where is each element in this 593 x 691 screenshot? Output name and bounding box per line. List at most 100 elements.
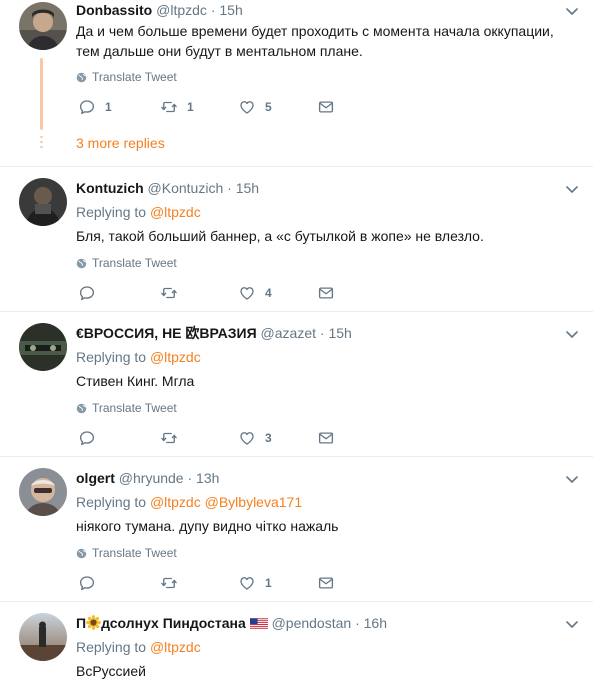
tweet-actions: 3 — [76, 429, 346, 449]
like-button[interactable]: 5 — [238, 98, 272, 116]
chevron-down-icon[interactable] — [565, 617, 579, 631]
like-button[interactable]: 1 — [238, 574, 272, 592]
reply-button[interactable] — [78, 284, 96, 302]
tweet-3[interactable]: €ВРОССИЯ, НЕ 欧ВРАЗИЯ @azazet · 15h Reply… — [0, 312, 593, 457]
translate-tweet-link[interactable]: Translate Tweet — [76, 256, 177, 270]
chevron-down-icon[interactable] — [565, 472, 579, 486]
direct-message-button[interactable] — [317, 284, 335, 302]
translate-label: Translate Tweet — [92, 256, 177, 270]
avatar[interactable] — [19, 613, 67, 661]
tweet-text: Стивен Кинг. Мгла — [76, 373, 195, 389]
tweet-actions: 4 — [76, 284, 346, 304]
tweet-header: €ВРОССИЯ, НЕ 欧ВРАЗИЯ @azazet · 15h — [76, 324, 352, 342]
chevron-down-icon[interactable] — [565, 182, 579, 196]
like-count: 5 — [265, 100, 272, 114]
tweet-4[interactable]: olgert @hryunde · 13h Replying to @ltpzd… — [0, 457, 593, 602]
like-count: 4 — [265, 286, 272, 300]
thread-line — [40, 58, 43, 130]
reply-icon — [78, 429, 96, 447]
user-name[interactable]: Donbassito — [76, 2, 152, 18]
heart-icon — [238, 429, 256, 447]
replying-to: Replying to @ltpzdc — [76, 203, 201, 221]
replying-to: Replying to @ltpzdc @Bylbyleva171 — [76, 493, 302, 511]
like-button[interactable]: 3 — [238, 429, 272, 447]
separator: · — [187, 470, 193, 486]
globe-icon — [76, 258, 87, 269]
avatar[interactable] — [19, 323, 67, 371]
user-handle[interactable]: @ltpzdc — [156, 2, 207, 18]
replying-to: Replying to @ltpzdc — [76, 638, 201, 656]
tweet-text: Бля, такой больший баннер, а «с бутылкой… — [76, 228, 484, 244]
translate-tweet-link[interactable]: Translate Tweet — [76, 70, 177, 84]
retweet-button[interactable] — [160, 284, 178, 302]
globe-icon — [76, 403, 87, 414]
direct-message-button[interactable] — [317, 429, 335, 447]
tweet-1[interactable]: Donbassito @ltpzdc · 15h Да и чем больше… — [0, 0, 593, 167]
mail-icon — [317, 574, 335, 592]
retweet-button[interactable] — [160, 574, 178, 592]
retweet-button[interactable] — [160, 429, 178, 447]
tweet-text: ВсРуссией — [76, 663, 146, 679]
reply-button[interactable]: 1 — [78, 98, 112, 116]
avatar[interactable] — [19, 2, 67, 50]
timestamp[interactable]: 15h — [236, 180, 259, 196]
heart-icon — [238, 574, 256, 592]
translate-tweet-link[interactable]: Translate Tweet — [76, 546, 177, 560]
user-name-part: дсолнух Пиндостана — [101, 615, 246, 631]
retweet-button[interactable]: 1 — [160, 98, 194, 116]
user-name[interactable]: Kontuzich — [76, 180, 144, 196]
tweet-5[interactable]: Пдсолнух Пиндостана @pendostan · 16h Rep… — [0, 602, 593, 691]
like-count: 3 — [265, 431, 272, 445]
replying-label: Replying to — [76, 349, 147, 365]
reply-button[interactable] — [78, 574, 96, 592]
timestamp[interactable]: 15h — [328, 325, 351, 341]
reply-mention[interactable]: @ltpzdc — [150, 639, 201, 655]
more-replies-link[interactable]: 3 more replies — [76, 135, 165, 151]
reply-icon — [78, 574, 96, 592]
avatar[interactable] — [19, 468, 67, 516]
tweet-actions: 1 — [76, 574, 346, 594]
user-handle[interactable]: @azazet — [261, 325, 316, 341]
translate-label: Translate Tweet — [92, 546, 177, 560]
retweet-icon — [160, 429, 178, 447]
mail-icon — [317, 98, 335, 116]
user-handle[interactable]: @pendostan — [272, 615, 352, 631]
sunflower-icon — [86, 615, 102, 630]
user-handle[interactable]: @hryunde — [119, 470, 184, 486]
separator: · — [355, 615, 360, 631]
tweet-header: Donbassito @ltpzdc · 15h — [76, 1, 243, 19]
reply-button[interactable] — [78, 429, 96, 447]
separator: · — [319, 325, 325, 341]
timestamp[interactable]: 15h — [219, 2, 242, 18]
mail-icon — [317, 284, 335, 302]
tweet-text-line: тем дальше они будут в ментальном плане. — [76, 43, 363, 59]
user-name[interactable]: Пдсолнух Пиндостана — [76, 615, 246, 631]
translate-label: Translate Tweet — [92, 70, 177, 84]
chevron-down-icon[interactable] — [565, 4, 579, 18]
reply-mention[interactable]: @ltpzdc — [150, 494, 201, 510]
translate-label: Translate Tweet — [92, 401, 177, 415]
chevron-down-icon[interactable] — [565, 327, 579, 341]
direct-message-button[interactable] — [317, 98, 335, 116]
reply-mention[interactable]: @ltpzdc — [150, 349, 201, 365]
user-name[interactable]: olgert — [76, 470, 115, 486]
replying-label: Replying to — [76, 494, 147, 510]
tweet-2[interactable]: Kontuzich @Kontuzich · 15h Replying to @… — [0, 167, 593, 312]
tweet-actions: 1 1 5 — [76, 98, 346, 118]
timestamp[interactable]: 13h — [196, 470, 219, 486]
direct-message-button[interactable] — [317, 574, 335, 592]
translate-tweet-link[interactable]: Translate Tweet — [76, 401, 177, 415]
user-name[interactable]: €ВРОССИЯ, НЕ 欧ВРАЗИЯ — [76, 325, 257, 341]
tweet-header: olgert @hryunde · 13h — [76, 469, 219, 487]
replying-label: Replying to — [76, 639, 147, 655]
avatar[interactable] — [19, 178, 67, 226]
globe-icon — [76, 548, 87, 559]
globe-icon — [76, 72, 87, 83]
reply-mention[interactable]: @ltpzdc — [150, 204, 201, 220]
timestamp[interactable]: 16h — [364, 615, 387, 631]
separator: · — [227, 180, 232, 196]
tweet-text: ніякого тумана. дупу видно чітко нажаль — [76, 518, 339, 534]
reply-mention[interactable]: @Bylbyleva171 — [205, 494, 303, 510]
like-button[interactable]: 4 — [238, 284, 272, 302]
user-handle[interactable]: @Kontuzich — [148, 180, 224, 196]
